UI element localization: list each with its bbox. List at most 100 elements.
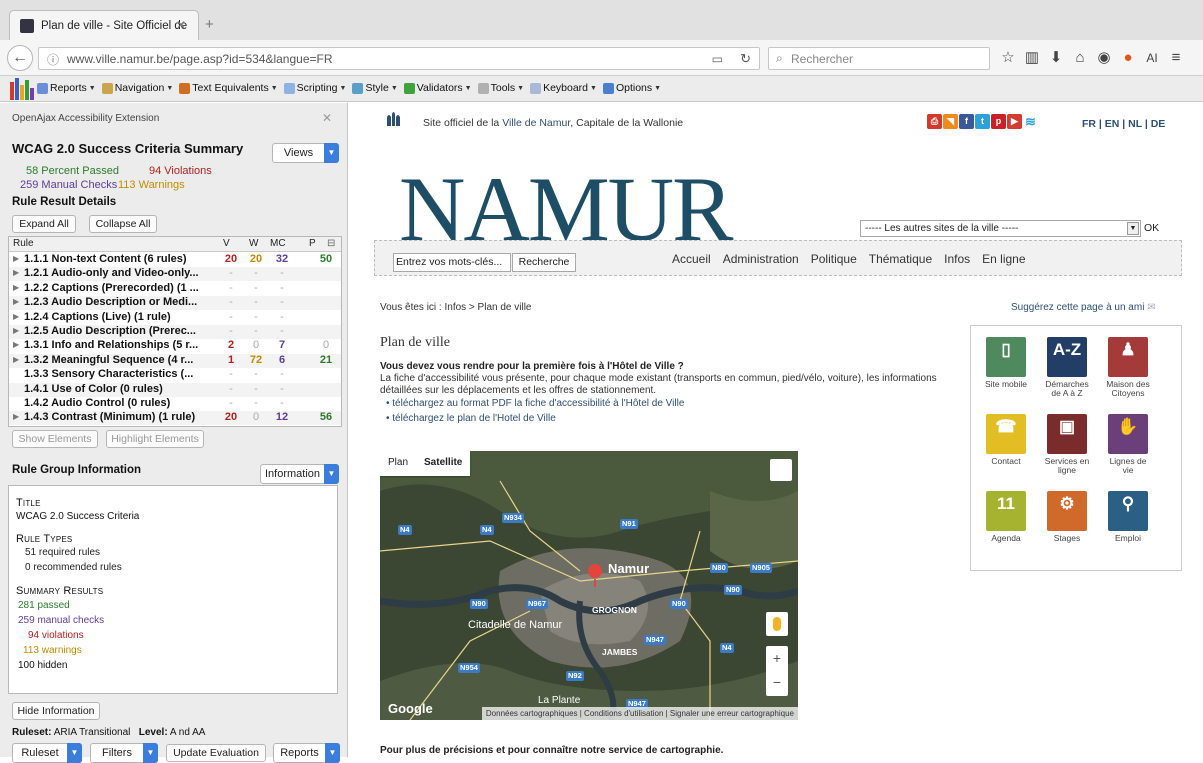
table-row[interactable]: ▶ 1.1.1 Non-text Content (6 rules) 20 20 32 5…: [9, 253, 341, 267]
table-row[interactable]: ▶ 1.2.5 Audio Description (Prerec... - - -: [9, 325, 341, 339]
expand-triangle-icon[interactable]: ▶: [13, 326, 19, 335]
tile-search-person[interactable]: ⚲ Emploi: [1103, 491, 1153, 543]
expand-triangle-icon[interactable]: ▶: [13, 268, 19, 277]
library-icon[interactable]: ▥: [1020, 48, 1044, 68]
update-evaluation-button[interactable]: Update Evaluation: [166, 744, 266, 762]
addon-menu-text-equivalents[interactable]: Text Equivalents ▼: [179, 82, 278, 94]
map-plan-button[interactable]: Plan: [380, 451, 416, 476]
col-mc[interactable]: MC: [270, 238, 286, 249]
nav-item-5[interactable]: En ligne: [982, 252, 1025, 266]
nav-item-2[interactable]: Politique: [811, 252, 857, 266]
tile-stages[interactable]: ⚙ Stages: [1042, 491, 1092, 543]
tile-hand[interactable]: ✋ Lignes de vie: [1103, 414, 1153, 475]
addon-menu-style[interactable]: Style ▼: [352, 82, 398, 94]
tile-a-z[interactable]: A-Z Démarches de A à Z: [1042, 337, 1092, 398]
hide-information-button[interactable]: Hide Information: [12, 702, 100, 720]
bookmark-star-icon[interactable]: ☆: [996, 48, 1020, 68]
expand-all-button[interactable]: Expand All: [12, 215, 76, 233]
col-rule[interactable]: Rule: [13, 238, 34, 249]
col-p[interactable]: P: [309, 238, 316, 249]
table-row[interactable]: 1.4.2 Audio Control (0 rules) - - -: [9, 397, 341, 411]
expand-triangle-icon[interactable]: ▶: [13, 312, 19, 321]
table-row[interactable]: ▶ 1.3.2 Meaningful Sequence (4 r... 1 72 6 21: [9, 353, 341, 368]
other-sites-select[interactable]: ----- Les autres sites de la ville -----…: [860, 220, 1141, 237]
browser-search-input[interactable]: ⌕ Rechercher: [768, 47, 990, 70]
table-row[interactable]: ▶ 1.4.3 Contrast (Minimum) (1 rule) 20 0 12 5…: [9, 411, 341, 426]
site-search-input[interactable]: Entrez vos mots-clés...: [393, 253, 511, 272]
addon-menu-options[interactable]: Options ▼: [602, 82, 661, 94]
browser-tab[interactable]: Plan de ville - Site Officiel de ✕: [9, 10, 199, 40]
table-row[interactable]: 1.4.1 Use of Color (0 rules) - - -: [9, 382, 341, 397]
download-icon[interactable]: ⬇: [1044, 48, 1068, 68]
print-icon[interactable]: ⎙: [927, 114, 942, 129]
menu-icon[interactable]: ≡: [1164, 48, 1188, 68]
table-row[interactable]: 1.3.3 Sensory Characteristics (... - - -: [9, 368, 341, 382]
back-icon[interactable]: ←: [7, 45, 33, 71]
table-row[interactable]: ▶ 1.2.4 Captions (Live) (1 rule) - - -: [9, 311, 341, 325]
table-row[interactable]: ▶ 1.3.1 Info and Relationships (5 r... 2 0 7…: [9, 339, 341, 353]
nav-item-4[interactable]: Infos: [944, 252, 970, 266]
ok-button[interactable]: OK: [1144, 222, 1159, 234]
reports-dropdown[interactable]: Reports ▼: [273, 743, 340, 763]
tile-phone[interactable]: ☎ Contact: [981, 414, 1031, 466]
suggest-to-friend-link[interactable]: Suggérez cette page à un ami ✉: [1011, 302, 1156, 313]
addon-menu-validators[interactable]: Validators ▼: [403, 82, 472, 94]
map-footer-links[interactable]: Données cartographiques | Conditions d'u…: [481, 707, 798, 720]
col-w[interactable]: W: [249, 238, 258, 249]
information-dropdown[interactable]: Information ▼: [260, 464, 339, 484]
home-icon[interactable]: ⌂: [1068, 48, 1092, 68]
column-picker-icon[interactable]: ⊟: [327, 238, 335, 249]
pocket-icon[interactable]: ◉: [1092, 48, 1116, 68]
show-elements-button[interactable]: Show Elements: [12, 430, 98, 448]
google-map[interactable]: Namur Citadelle de Namur GROGNON JAMBES …: [380, 451, 798, 720]
youtube-icon[interactable]: ▶: [1007, 114, 1022, 129]
filters-dropdown[interactable]: Filters ▼: [90, 743, 158, 763]
collapse-all-button[interactable]: Collapse All: [89, 215, 157, 233]
tile-calendar[interactable]: 11 Agenda: [981, 491, 1031, 543]
table-row[interactable]: ▶ 1.2.2 Captions (Prerecorded) (1 ... - - -: [9, 282, 341, 296]
nav-item-1[interactable]: Administration: [723, 252, 799, 266]
addon-menu-navigation[interactable]: Navigation ▼: [101, 82, 173, 94]
google-logo[interactable]: Google: [388, 701, 433, 716]
nav-item-3[interactable]: Thématique: [869, 252, 932, 266]
rss-icon[interactable]: ◥: [943, 114, 958, 129]
tile-citizen-house[interactable]: ♟ Maison des Citoyens: [1103, 337, 1153, 398]
url-bar[interactable]: ⓘ www.ville.namur.be/page.asp?id=534&lan…: [38, 47, 760, 70]
table-row[interactable]: ▶ 1.2.1 Audio-only and Video-only... - - -: [9, 267, 341, 282]
highlight-elements-button[interactable]: Highlight Elements: [106, 430, 204, 448]
close-tab-icon[interactable]: ✕: [176, 18, 186, 32]
wifi-icon[interactable]: ≋: [1023, 114, 1038, 129]
zoom-in-icon[interactable]: +: [766, 646, 788, 670]
ville-de-namur-link[interactable]: Ville de Namur: [502, 117, 570, 129]
twitter-icon[interactable]: t: [975, 114, 990, 129]
expand-triangle-icon[interactable]: ▶: [13, 297, 19, 306]
views-dropdown[interactable]: Views ▼: [272, 143, 339, 163]
new-tab-icon[interactable]: +: [205, 16, 214, 33]
extension-icon[interactable]: ●: [1116, 48, 1140, 68]
addon-menu-tools[interactable]: Tools ▼: [477, 82, 524, 94]
expand-triangle-icon[interactable]: ▶: [13, 412, 19, 421]
search-button[interactable]: Recherche: [512, 253, 576, 272]
info-icon[interactable]: ⓘ: [47, 51, 59, 68]
user-initials[interactable]: AI: [1140, 48, 1164, 68]
pdf-accessibility-link[interactable]: • téléchargez au format PDF la fiche d'a…: [386, 398, 684, 409]
language-switcher[interactable]: FR | EN | NL | DE: [1082, 118, 1165, 130]
nav-item-0[interactable]: Accueil: [672, 252, 711, 266]
close-sidebar-icon[interactable]: ✕: [322, 111, 332, 125]
fullscreen-icon[interactable]: [770, 459, 792, 481]
addon-menu-scripting[interactable]: Scripting ▼: [283, 82, 346, 94]
table-row[interactable]: ▶ 1.2.3 Audio Description or Medi... - - -: [9, 296, 341, 311]
openajax-logo-icon[interactable]: [10, 78, 34, 100]
reader-view-icon[interactable]: ▭: [712, 52, 723, 66]
col-v[interactable]: V: [223, 238, 230, 249]
zoom-out-icon[interactable]: −: [766, 670, 788, 694]
tile-online-services[interactable]: ▣ Services en ligne: [1042, 414, 1092, 475]
pinterest-icon[interactable]: p: [991, 114, 1006, 129]
reload-icon[interactable]: ↻: [740, 51, 751, 67]
expand-triangle-icon[interactable]: ▶: [13, 340, 19, 349]
map-satellite-button[interactable]: Satellite: [416, 451, 470, 476]
expand-triangle-icon[interactable]: ▶: [13, 355, 19, 364]
addon-menu-reports[interactable]: Reports ▼: [37, 82, 96, 94]
ruleset-dropdown[interactable]: Ruleset ▼: [12, 743, 82, 763]
expand-triangle-icon[interactable]: ▶: [13, 283, 19, 292]
